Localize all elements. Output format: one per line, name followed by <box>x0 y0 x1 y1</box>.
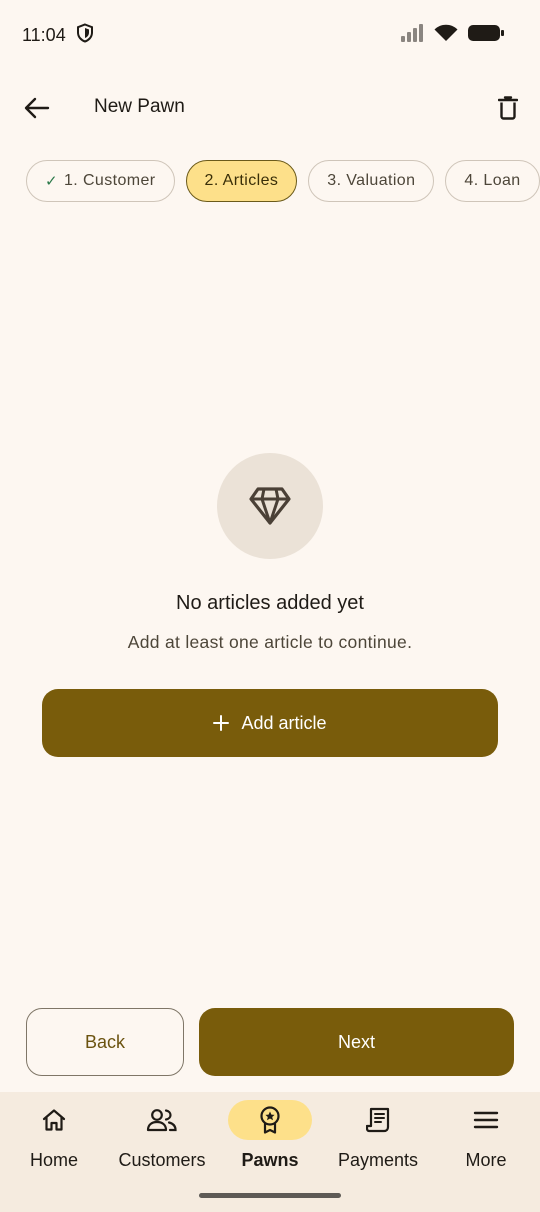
bottom-actions: Back Next <box>26 1008 514 1076</box>
shield-icon <box>76 22 94 48</box>
wifi-icon <box>434 24 458 47</box>
nav-icon-wrap <box>444 1100 528 1140</box>
empty-state-subtitle: Add at least one article to continue. <box>127 632 413 652</box>
nav-icon-wrap <box>228 1100 312 1140</box>
nav-icon-wrap <box>336 1100 420 1140</box>
menu-icon <box>473 1111 499 1129</box>
nav-icon-wrap <box>12 1100 96 1140</box>
status-time: 11:04 <box>22 24 66 45</box>
status-bar: 11:04 <box>0 0 540 70</box>
step-chip-loan[interactable]: 4. Loan <box>445 160 540 202</box>
badge-icon <box>260 1106 280 1134</box>
app-bar: New Pawn <box>0 78 540 138</box>
people-icon <box>146 1109 177 1132</box>
step-chip-customer[interactable]: ✓ 1. Customer <box>26 160 175 202</box>
nav-label: Payments <box>337 1150 419 1170</box>
back-button[interactable]: Back <box>26 1008 184 1076</box>
nav-label: Pawns <box>241 1150 299 1170</box>
step-label: 2. Articles <box>204 172 279 189</box>
nav-item-home[interactable]: Home <box>0 1092 108 1212</box>
step-chip-articles[interactable]: 2. Articles <box>185 160 298 202</box>
empty-state-title: No articles added yet <box>176 592 364 614</box>
trash-icon <box>498 96 518 120</box>
next-button[interactable]: Next <box>199 1008 514 1076</box>
step-tabs: ✓ 1. Customer 2. Articles 3. Valuation 4… <box>26 160 540 202</box>
nav-label: More <box>465 1150 507 1170</box>
signal-icon <box>400 23 424 47</box>
status-left: 11:04 <box>22 22 94 48</box>
gesture-handle[interactable] <box>199 1193 341 1198</box>
nav-icon-wrap <box>120 1100 204 1140</box>
home-icon <box>42 1109 66 1131</box>
battery-icon <box>468 24 504 47</box>
receipt-icon <box>366 1107 390 1133</box>
diamond-icon <box>249 487 291 525</box>
nav-item-more[interactable]: More <box>432 1092 540 1212</box>
add-article-button[interactable]: Add article <box>42 689 498 757</box>
check-icon: ✓ <box>45 173 58 190</box>
step-label: 1. Customer <box>63 172 156 189</box>
step-chip-valuation[interactable]: 3. Valuation <box>308 160 435 202</box>
empty-state-icon-circle <box>217 453 323 559</box>
add-article-label: Add article <box>241 712 327 733</box>
page-title: New Pawn <box>94 96 185 117</box>
plus-icon <box>213 715 230 731</box>
nav-label: Home <box>29 1150 78 1170</box>
step-label: 4. Loan <box>464 172 521 189</box>
back-arrow-button[interactable] <box>13 84 61 132</box>
arrow-left-icon <box>24 97 50 119</box>
nav-label: Customers <box>118 1150 206 1170</box>
status-right <box>400 23 504 47</box>
delete-button[interactable] <box>484 84 532 132</box>
step-label: 3. Valuation <box>327 172 416 189</box>
